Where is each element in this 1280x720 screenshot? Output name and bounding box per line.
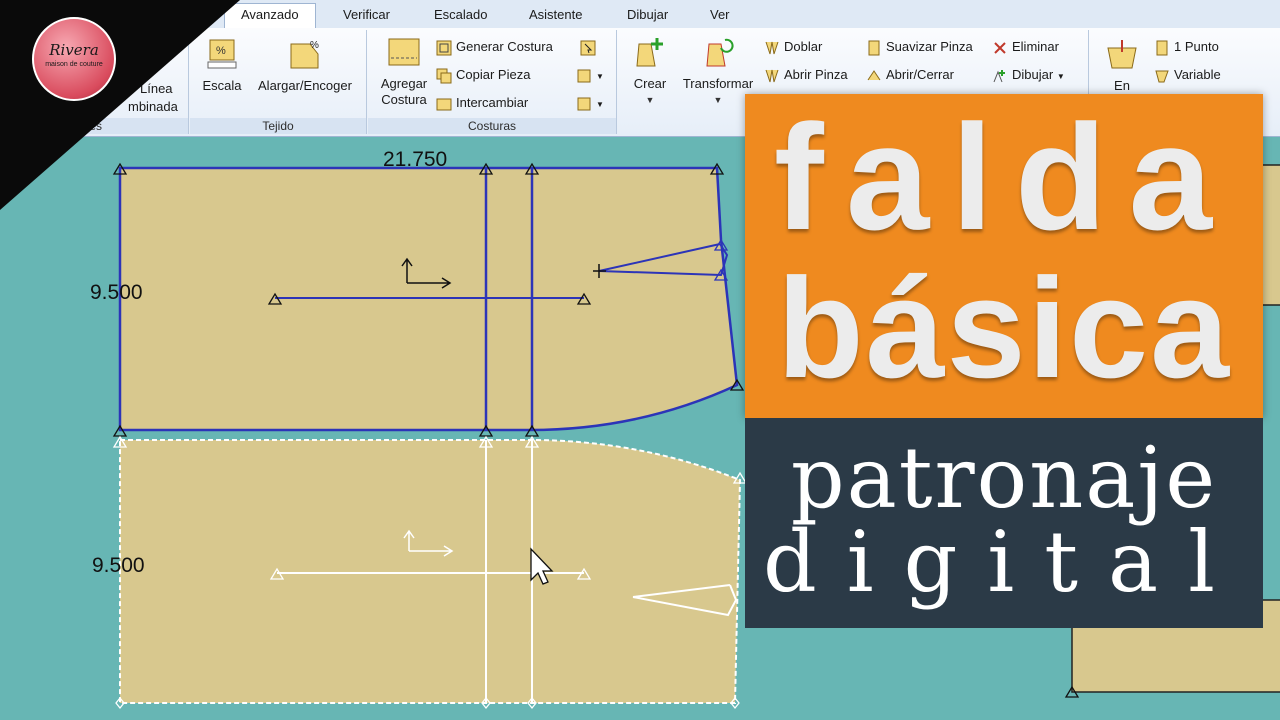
abrir-cerrar-label: Abrir/Cerrar xyxy=(886,67,954,82)
fold-icon xyxy=(765,41,779,54)
un-punto-button[interactable]: 1 Punto xyxy=(1154,36,1219,58)
crear-label: Crear xyxy=(633,76,667,91)
generate-seam-icon xyxy=(436,40,452,56)
chevron-down-icon: ▼ xyxy=(596,100,604,109)
chevron-down-icon: ▼ xyxy=(645,95,655,105)
alargar-label: Alargar/Encoger xyxy=(258,78,352,93)
title-line-basica: básica xyxy=(776,249,1232,408)
svg-text:%: % xyxy=(310,40,319,51)
intercambiar-button[interactable]: Intercambiar xyxy=(436,92,528,114)
title-dark-panel: patronaje digital xyxy=(745,418,1263,628)
notch-tool-icon xyxy=(577,97,591,111)
en-button[interactable]: En xyxy=(1100,38,1144,94)
title-orange-panel: falda básica xyxy=(745,94,1263,418)
crear-button[interactable]: Crear ▼ xyxy=(624,36,676,108)
seam-icon xyxy=(388,38,420,66)
chevron-down-icon: ▼ xyxy=(596,72,604,81)
cursor-tool-icon xyxy=(580,40,596,56)
copy-piece-icon xyxy=(436,68,452,84)
logo-wordmark: Rivera xyxy=(49,41,99,59)
tab-escalado[interactable]: Escalado xyxy=(430,4,491,26)
title-line-patronaje: patronaje xyxy=(790,429,1218,527)
variable-button[interactable]: Variable xyxy=(1154,64,1221,86)
abrir-pinza-label: Abrir Pinza xyxy=(784,67,848,82)
tab-verificar[interactable]: Verificar xyxy=(339,4,394,26)
draw-icon xyxy=(993,69,1005,82)
smooth-dart-icon xyxy=(868,40,880,56)
point-icon xyxy=(1156,40,1168,56)
intercambiar-label: Intercambiar xyxy=(456,95,529,110)
agregar-label: Agregar xyxy=(380,76,428,91)
stretch-icon: % xyxy=(290,40,319,69)
brand-logo: Rivera maison de couture xyxy=(32,17,116,101)
tab-asistente[interactable]: Asistente xyxy=(525,4,586,26)
right-piece-upper-fragment[interactable] xyxy=(1261,164,1280,306)
en-label: En xyxy=(1114,78,1130,93)
dibujar-label: Dibujar xyxy=(1012,67,1054,82)
seam-tool-1-button[interactable] xyxy=(580,36,600,58)
copiar-label: Copiar Pieza xyxy=(456,67,531,82)
variable-point-icon xyxy=(1155,70,1169,83)
dibujar-dropdown[interactable]: Dibujar ▼ xyxy=(992,64,1065,86)
doblar-label: Doblar xyxy=(784,39,823,54)
generar-costura-button[interactable]: Generar Costura xyxy=(436,36,553,58)
lower-skirt-piece[interactable] xyxy=(119,439,742,704)
doblar-button[interactable]: Doblar xyxy=(764,36,822,58)
delete-icon xyxy=(994,41,1006,54)
logo-subtitle: maison de couture xyxy=(45,61,103,68)
insert-point-icon xyxy=(1107,40,1137,69)
title-line-digital: digital xyxy=(763,513,1245,611)
corner-banner xyxy=(0,0,240,210)
swap-icon xyxy=(436,98,452,111)
dimension-height-lower-label: 9.500 xyxy=(92,554,145,577)
corner-tool-icon xyxy=(577,69,591,83)
eliminar-label: Eliminar xyxy=(1012,39,1059,54)
agregar-costura-button[interactable]: Agregar Costura xyxy=(374,36,434,108)
suavizar-pinza-button[interactable]: Suavizar Pinza xyxy=(866,36,973,58)
open-close-icon xyxy=(867,69,881,80)
variable-label: Variable xyxy=(1174,67,1221,82)
group-costuras: Agregar Costura Generar Costura Copiar P… xyxy=(368,30,617,134)
open-dart-icon xyxy=(765,69,779,82)
dimension-width-label: 21.750 xyxy=(383,148,447,171)
create-piece-icon xyxy=(636,38,663,67)
alargar-encoger-button[interactable]: % Alargar/Encoger xyxy=(248,38,362,94)
transformar-label: Transformar xyxy=(682,76,754,91)
seam-tool-3-dropdown[interactable]: ▼ xyxy=(576,92,604,114)
chevron-down-icon: ▼ xyxy=(1056,72,1065,81)
tab-ver[interactable]: Ver xyxy=(706,4,734,26)
un-punto-label: 1 Punto xyxy=(1174,39,1219,54)
tab-dibujar[interactable]: Dibujar xyxy=(623,4,672,26)
transform-icon xyxy=(706,38,734,67)
eliminar-button[interactable]: Eliminar xyxy=(992,36,1059,58)
group-costuras-caption: Costuras xyxy=(368,118,616,134)
dimension-height-upper-label: 9.500 xyxy=(90,281,143,304)
generar-label: Generar Costura xyxy=(456,39,553,54)
seam-tool-2-dropdown[interactable]: ▼ xyxy=(576,64,604,86)
costura-label: Costura xyxy=(381,92,427,107)
suavizar-label: Suavizar Pinza xyxy=(886,39,973,54)
copiar-pieza-button[interactable]: Copiar Pieza xyxy=(436,64,530,86)
abrir-cerrar-button[interactable]: Abrir/Cerrar xyxy=(866,64,954,86)
title-line-falda: falda xyxy=(773,93,1235,261)
abrir-pinza-button[interactable]: Abrir Pinza xyxy=(764,64,848,86)
